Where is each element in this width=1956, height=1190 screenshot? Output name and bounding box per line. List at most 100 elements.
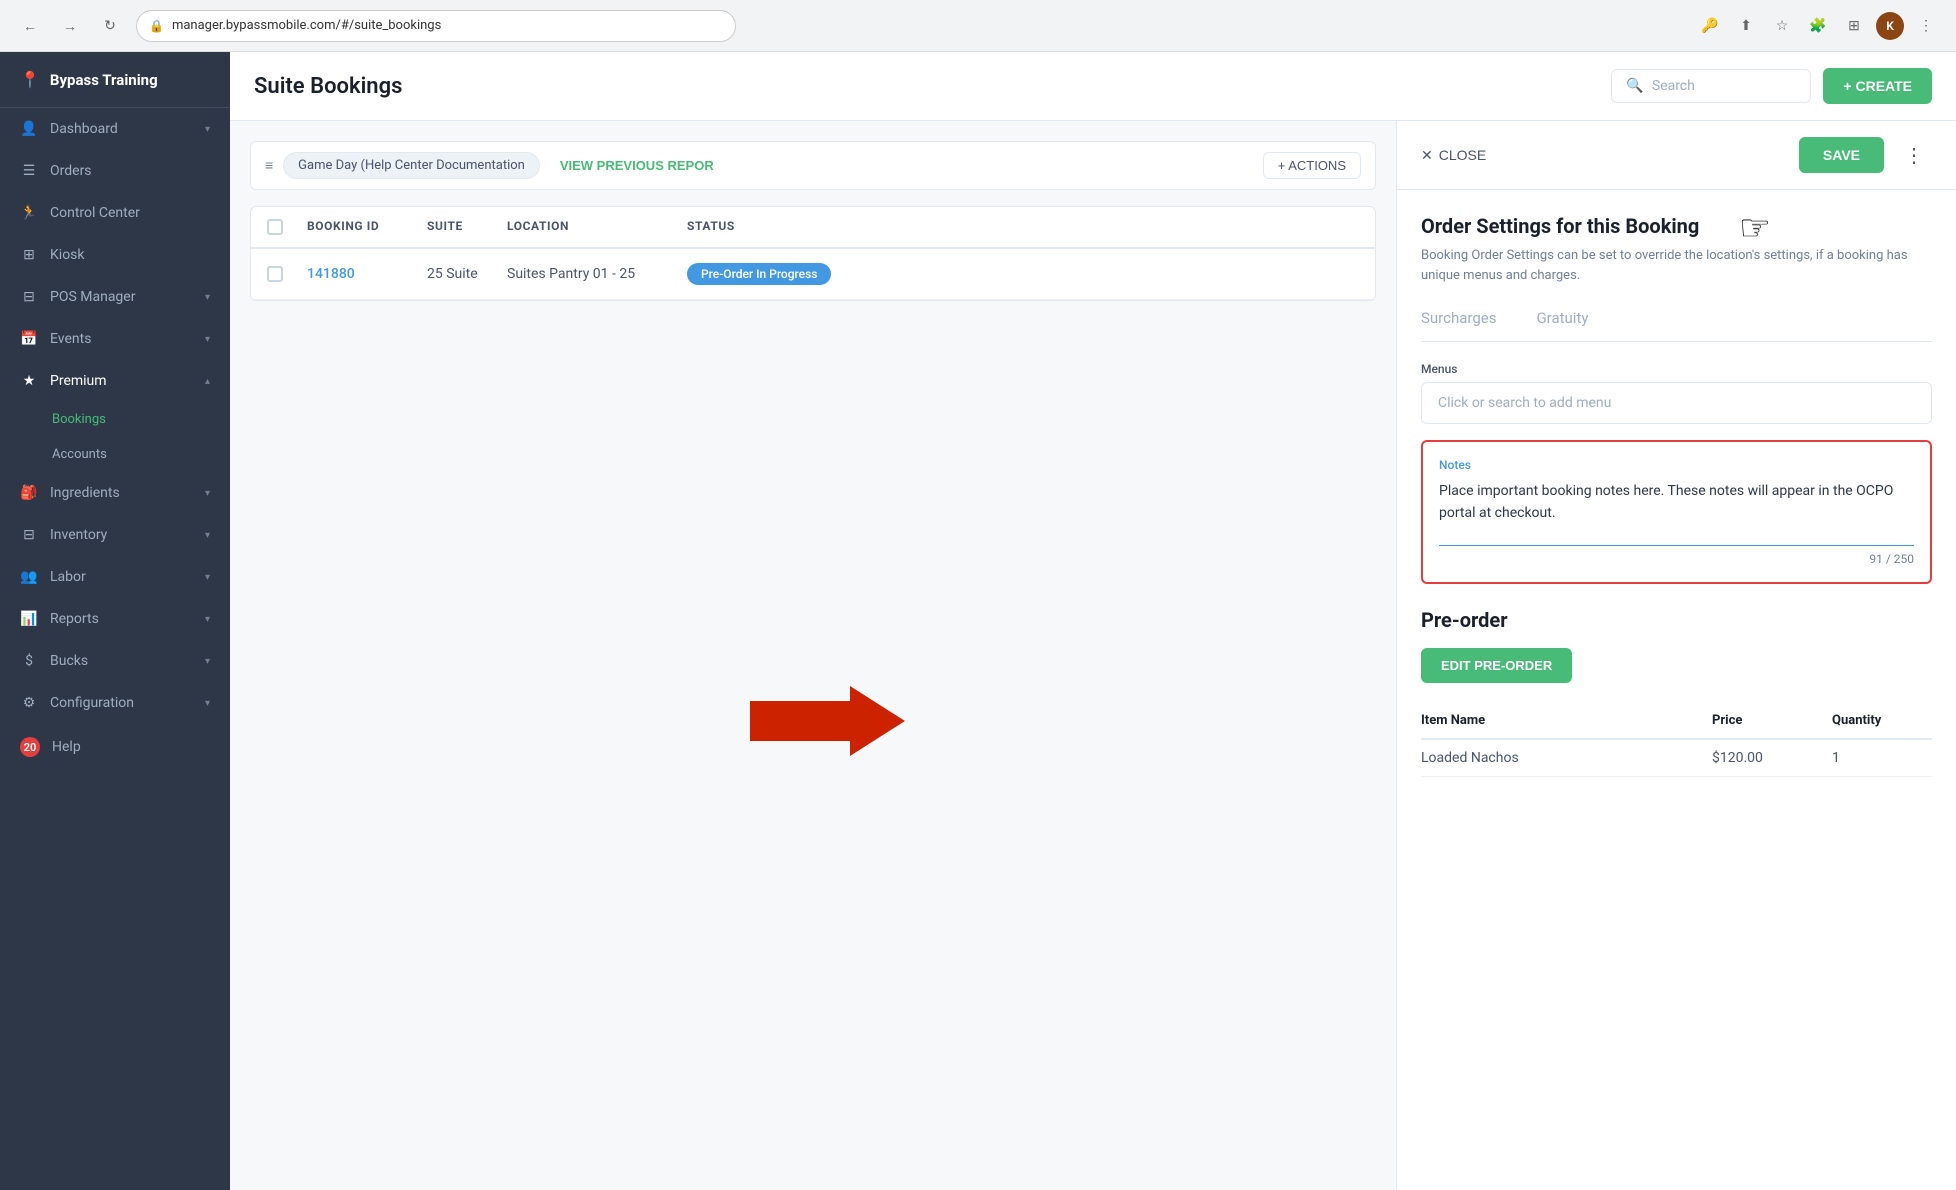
- sidebar-item-bucks[interactable]: $ Bucks ▾: [0, 640, 230, 682]
- header-checkbox[interactable]: [267, 219, 283, 235]
- layout-icon[interactable]: ⊞: [1840, 12, 1868, 40]
- preorder-table-header: Item Name Price Quantity: [1421, 703, 1932, 740]
- status-badge: Pre-Order In Progress: [687, 263, 831, 285]
- browser-toolbar-icons: 🔑 ⬆ ☆ 🧩 ⊞ K ⋮: [1696, 12, 1940, 40]
- preorder-title: Pre-order: [1421, 608, 1932, 632]
- sidebar-item-labor[interactable]: 👥 Labor ▾: [0, 556, 230, 598]
- sidebar-item-orders[interactable]: ☰ Orders: [0, 150, 230, 192]
- row-checkbox: [267, 266, 307, 282]
- reports-icon: 📊: [20, 611, 38, 627]
- sidebar-item-kiosk[interactable]: ⊞ Kiosk: [0, 234, 230, 276]
- sidebar-item-bucks-left: $ Bucks: [20, 653, 88, 669]
- sidebar-logo: 📍 Bypass Training: [0, 52, 230, 108]
- edit-preorder-button[interactable]: EDIT PRE-ORDER: [1421, 648, 1572, 683]
- sidebar-label-help: Help: [52, 739, 81, 755]
- main-content: Suite Bookings 🔍 Search + CREATE ≡ Game …: [230, 52, 1956, 1190]
- table-header: BOOKING ID SUITE LOCATION STATUS: [251, 207, 1375, 249]
- sidebar-item-control-center[interactable]: 🏃 Control Center: [0, 192, 230, 234]
- actions-button[interactable]: + ACTIONS: [1263, 152, 1361, 179]
- user-icon: 👤: [20, 121, 38, 137]
- sidebar-item-accounts[interactable]: Accounts: [0, 437, 230, 472]
- sidebar-label-orders: Orders: [50, 163, 92, 179]
- sidebar-label-premium: Premium: [50, 373, 107, 389]
- star-icon[interactable]: ☆: [1768, 12, 1796, 40]
- sidebar-item-dashboard-left: 👤 Dashboard: [20, 121, 118, 137]
- sidebar-item-ingredients-left: 🎒 Ingredients: [20, 485, 120, 501]
- star-icon: ★: [20, 373, 38, 389]
- search-bar[interactable]: 🔍 Search: [1611, 69, 1811, 103]
- item-quantity: 1: [1832, 750, 1932, 766]
- sidebar: 📍 Bypass Training 👤 Dashboard ▾ ☰ Orders…: [0, 52, 230, 1190]
- more-options-button[interactable]: ⋮: [1896, 139, 1932, 172]
- col-item-name: Item Name: [1421, 713, 1712, 728]
- tab-surcharges[interactable]: Surcharges: [1421, 309, 1496, 341]
- sidebar-item-ingredients[interactable]: 🎒 Ingredients ▾: [0, 472, 230, 514]
- sidebar-item-events[interactable]: 📅 Events ▾: [0, 318, 230, 360]
- sidebar-label-config: Configuration: [50, 695, 134, 711]
- sidebar-logo-text: Bypass Training: [50, 71, 158, 89]
- sidebar-label-bucks: Bucks: [50, 653, 88, 669]
- col-quantity: Quantity: [1832, 713, 1932, 728]
- tab-gratuity[interactable]: Gratuity: [1536, 309, 1588, 341]
- sidebar-label-labor: Labor: [50, 569, 86, 585]
- pos-icon: ⊟: [20, 289, 38, 305]
- filter-bar: ≡ Game Day (Help Center Documentation VI…: [250, 141, 1376, 190]
- key-icon[interactable]: 🔑: [1696, 12, 1724, 40]
- row-1-checkbox[interactable]: [267, 266, 283, 282]
- item-price: $120.00: [1712, 750, 1832, 766]
- panel-header-actions: SAVE ⋮: [1799, 137, 1932, 173]
- address-bar[interactable]: 🔒 manager.bypassmobile.com/#/suite_booki…: [136, 10, 736, 42]
- menus-section: Menus Click or search to add menu: [1421, 362, 1932, 424]
- bucks-icon: $: [20, 653, 38, 669]
- row-location: Suites Pantry 01 - 25: [507, 266, 687, 282]
- sidebar-item-bookings[interactable]: Bookings: [0, 402, 230, 437]
- chevron-down-icon: ▾: [205, 488, 210, 499]
- col-suite: SUITE: [427, 219, 507, 235]
- view-previous-button[interactable]: VIEW PREVIOUS REPOR: [550, 153, 724, 178]
- sidebar-item-pos-manager[interactable]: ⊟ POS Manager ▾: [0, 276, 230, 318]
- panel-section-title: Order Settings for this Booking: [1421, 214, 1932, 238]
- sidebar-item-premium[interactable]: ★ Premium ▴: [0, 360, 230, 402]
- menus-label: Menus: [1421, 362, 1932, 376]
- create-button[interactable]: + CREATE: [1823, 68, 1932, 104]
- booking-id-link[interactable]: 141880: [307, 266, 355, 282]
- booking-panel: ✕ CLOSE SAVE ⋮ ☞ Order Settings for this…: [1396, 121, 1956, 1190]
- sidebar-item-config-left: ⚙ Configuration: [20, 695, 134, 711]
- panel-header: ✕ CLOSE SAVE ⋮: [1397, 121, 1956, 190]
- forward-button[interactable]: →: [56, 12, 84, 40]
- user-avatar[interactable]: K: [1876, 12, 1904, 40]
- share-icon[interactable]: ⬆: [1732, 12, 1760, 40]
- sidebar-item-configuration[interactable]: ⚙ Configuration ▾: [0, 682, 230, 724]
- close-button[interactable]: ✕ CLOSE: [1421, 147, 1486, 164]
- extension-icon[interactable]: 🧩: [1804, 12, 1832, 40]
- sidebar-item-help-left: 20 Help: [20, 737, 81, 757]
- refresh-button[interactable]: ↻: [96, 12, 124, 40]
- sidebar-item-kiosk-left: ⊞ Kiosk: [20, 247, 85, 263]
- chevron-down-icon: ▾: [205, 698, 210, 709]
- notes-content[interactable]: Place important booking notes here. Thes…: [1439, 480, 1914, 525]
- sidebar-item-dashboard[interactable]: 👤 Dashboard ▾: [0, 108, 230, 150]
- search-icon: 🔍: [1626, 78, 1643, 94]
- save-button[interactable]: SAVE: [1799, 137, 1884, 173]
- item-name: Loaded Nachos: [1421, 750, 1712, 766]
- chevron-down-icon: ▾: [205, 656, 210, 667]
- sidebar-label-ingredients: Ingredients: [50, 485, 120, 501]
- url-text: manager.bypassmobile.com/#/suite_booking…: [172, 18, 441, 33]
- sidebar-item-inventory[interactable]: ⊟ Inventory ▾: [0, 514, 230, 556]
- sidebar-label-kiosk: Kiosk: [50, 247, 85, 263]
- menu-search-input[interactable]: Click or search to add menu: [1421, 382, 1932, 424]
- filter-icon[interactable]: ≡: [265, 157, 273, 174]
- sidebar-item-reports-left: 📊 Reports: [20, 611, 99, 627]
- sidebar-label-inventory: Inventory: [50, 527, 107, 543]
- sidebar-item-reports[interactable]: 📊 Reports ▾: [0, 598, 230, 640]
- filter-tag[interactable]: Game Day (Help Center Documentation: [283, 152, 540, 179]
- chevron-down-icon: ▾: [205, 334, 210, 345]
- sidebar-label-reports: Reports: [50, 611, 99, 627]
- chevron-down-icon: ▾: [205, 292, 210, 303]
- notes-section: Notes Place important booking notes here…: [1421, 440, 1932, 584]
- back-button[interactable]: ←: [16, 12, 44, 40]
- sidebar-item-help[interactable]: 20 Help: [0, 724, 230, 770]
- row-booking-id[interactable]: 141880: [307, 266, 427, 282]
- orders-icon: ☰: [20, 163, 38, 179]
- menu-icon[interactable]: ⋮: [1912, 12, 1940, 40]
